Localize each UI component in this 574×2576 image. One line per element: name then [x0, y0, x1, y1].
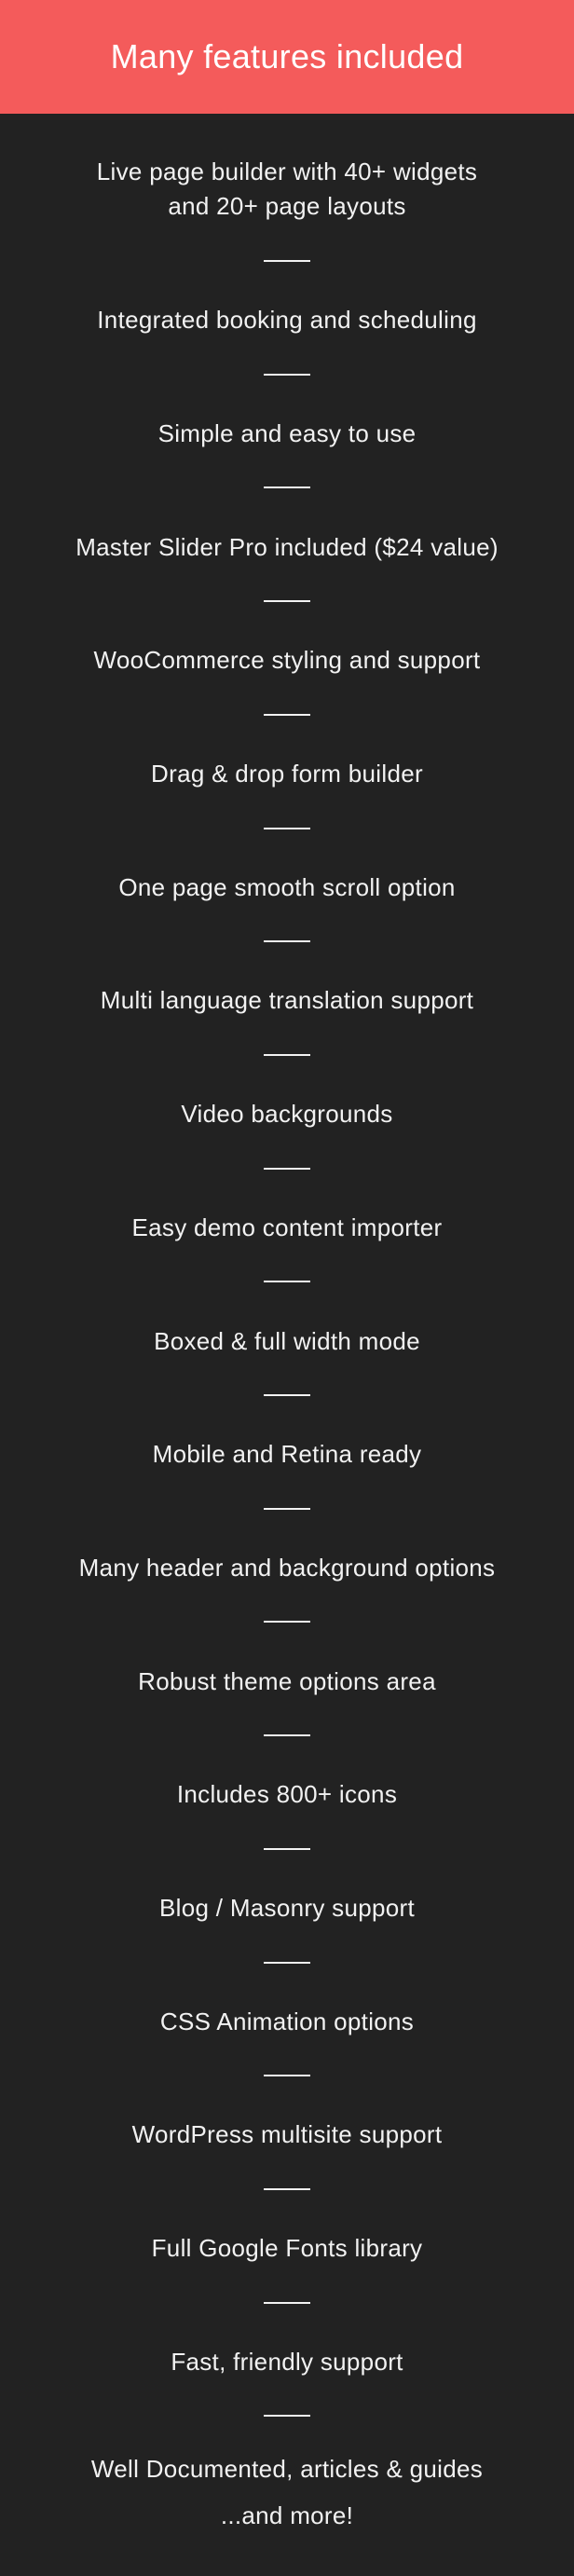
divider-line: [264, 260, 310, 262]
feature-text: ...and more!: [220, 2501, 354, 2529]
feature-item: Simple and easy to use: [0, 417, 574, 451]
divider-line: [264, 1621, 310, 1624]
feature-text: WordPress multisite support: [131, 2120, 443, 2149]
divider-line: [264, 2075, 310, 2077]
header-banner: Many features included: [0, 0, 574, 114]
feature-list: Live page builder with 40+ widgets and 20…: [0, 114, 574, 2576]
feature-item: Fast, friendly support: [0, 2345, 574, 2379]
feature-item: CSS Animation options: [0, 2005, 574, 2039]
divider-line: [264, 1507, 310, 1510]
divider-line: [264, 2301, 310, 2304]
feature-text: Mobile and Retina ready: [152, 1440, 422, 1469]
feature-text: Master Slider Pro included ($24 value): [75, 532, 499, 561]
divider-line: [264, 1734, 310, 1737]
page-title: Many features included: [110, 37, 464, 75]
feature-text: One page smooth scroll option: [118, 872, 456, 901]
feature-text: and 20+ page layouts: [168, 192, 406, 220]
divider-line: [264, 827, 310, 829]
divider-line: [264, 2415, 310, 2418]
feature-text: Integrated booking and scheduling: [97, 306, 477, 335]
divider-line: [264, 1053, 310, 1056]
feature-item: Many header and background options: [0, 1551, 574, 1585]
feature-text: Video backgrounds: [181, 1100, 393, 1129]
divider-line: [264, 1167, 310, 1170]
feature-item: Robust theme options area: [0, 1665, 574, 1699]
feature-item: Full Google Fonts library: [0, 2231, 574, 2266]
feature-item: One page smooth scroll option: [0, 870, 574, 905]
feature-item: WooCommerce styling and support: [0, 643, 574, 678]
divider-line: [264, 1847, 310, 1850]
feature-item: Easy demo content importer: [0, 1211, 574, 1245]
divider-line: [264, 940, 310, 943]
feature-text: Full Google Fonts library: [151, 2234, 423, 2263]
feature-text: Well Documented, articles & guides: [90, 2455, 484, 2483]
feature-item: Drag & drop form builder: [0, 757, 574, 791]
divider-line: [264, 373, 310, 376]
feature-text: Easy demo content importer: [131, 1213, 443, 1241]
feature-text: Robust theme options area: [138, 1666, 436, 1695]
feature-text: Drag & drop form builder: [151, 760, 423, 788]
feature-item: Multi language translation support: [0, 983, 574, 1018]
feature-text: Many header and background options: [78, 1553, 496, 1582]
feature-text: Fast, friendly support: [171, 2347, 403, 2376]
feature-item: WordPress multisite support: [0, 2117, 574, 2152]
feature-item: Live page builder with 40+ widgets and 20…: [0, 155, 574, 224]
feature-text: Includes 800+ icons: [176, 1780, 398, 1809]
feature-item: Integrated booking and scheduling: [0, 303, 574, 337]
feature-item: Boxed & full width mode: [0, 1324, 574, 1359]
divider-line: [264, 600, 310, 603]
divider-line: [264, 1394, 310, 1396]
divider-line: [264, 2187, 310, 2190]
feature-text: Live page builder with 40+ widgets: [96, 158, 478, 185]
feature-item: Video backgrounds: [0, 1097, 574, 1131]
divider-line: [264, 1281, 310, 1283]
divider-line: [264, 713, 310, 716]
divider-line: [264, 1961, 310, 1964]
feature-text: WooCommerce styling and support: [93, 646, 481, 675]
feature-item: Includes 800+ icons: [0, 1777, 574, 1812]
feature-text: CSS Animation options: [159, 2007, 415, 2035]
feature-item: Mobile and Retina ready: [0, 1437, 574, 1472]
feature-text: Simple and easy to use: [157, 418, 417, 447]
feature-text: Multi language translation support: [100, 986, 474, 1015]
feature-text: Blog / Masonry support: [159, 1894, 415, 1922]
divider-line: [264, 486, 310, 489]
feature-item: Well Documented, articles & guides ...and…: [0, 2446, 574, 2539]
feature-item: Master Slider Pro included ($24 value): [0, 530, 574, 565]
feature-item: Blog / Masonry support: [0, 1891, 574, 1925]
feature-text: Boxed & full width mode: [154, 1326, 420, 1355]
